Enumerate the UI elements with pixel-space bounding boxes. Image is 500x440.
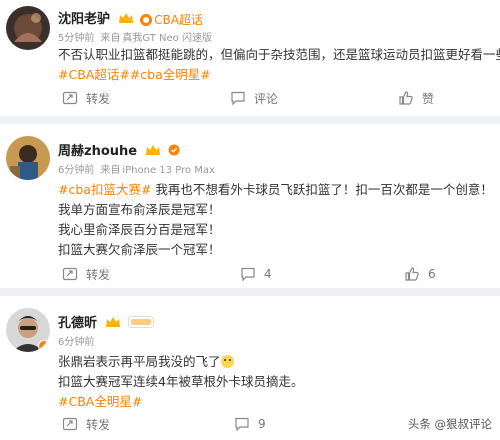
post-meta: 6分钟前 [58,333,100,348]
hashtag-link[interactable]: #CBA超话##cba全明星# [58,67,211,82]
comment-icon [231,91,245,106]
username[interactable]: 周赫zhouhe [58,140,180,160]
verified-badge-icon [168,144,180,160]
post-text: 扣篮大赛冠军连续4年被草根外卡球员摘走。 [58,374,304,389]
repost-label: 转发 [86,91,111,106]
post-text-line: 扣篮大赛欠俞泽辰一个冠军！ [58,240,493,260]
timestamp: 6分钟前 [58,165,95,176]
repost-icon [62,91,78,105]
vip-crown-icon [118,12,134,28]
username-text[interactable]: 孔德昕 [58,316,97,331]
post-text-line: #cba扣篮大赛# 我再也不想看外卡球员飞跃扣篮了！扣一百次都是一个创意！ [58,180,493,200]
username[interactable]: 沈阳老驴 CBA超话 [58,8,203,28]
post-text: 我心里俞泽辰百分百是冠军！ [58,222,221,237]
hashtag-link[interactable]: #cba扣篮大赛# [58,182,151,197]
super-topic-tag[interactable]: CBA超话 [140,11,203,28]
username-text[interactable]: 沈阳老驴 [58,12,110,27]
post-text-line: #CBA全明星# [58,392,303,412]
vip-crown-icon [145,144,161,160]
watermark: 头条 @狠叔评论 [407,417,492,431]
avatar[interactable] [6,308,50,352]
post-text: 张鼎岩表示再平局我没的飞了 [58,354,221,369]
device-source: 真我GT Neo 闪速版 [122,33,212,44]
post-meta: 5分钟前 来自 真我GT Neo 闪速版 [58,29,218,44]
verified-badge-icon [38,340,50,352]
post-text-line: 我心里俞泽辰百分百是冠军！ [58,220,493,240]
comment-button[interactable]: 9 [234,410,266,438]
comment-count: 4 [264,267,272,281]
comment-icon [235,417,249,432]
like-icon [405,267,419,281]
device-source: iPhone 13 Pro Max [122,165,215,176]
post-body: 不否认职业扣篮都挺能跳的，但偏向于杂技范围，还是篮球运动员扣篮更好看一些 #CBA… [58,45,500,85]
repost-icon [62,417,78,431]
comment-count: 9 [258,417,266,431]
post-meta: 6分钟前 来自 iPhone 13 Pro Max [58,161,221,176]
source-prefix: 来自 [100,165,121,176]
repost-button[interactable]: 转发 [62,260,110,288]
comment-button[interactable]: 评论 [230,84,278,112]
repost-label: 转发 [86,417,111,432]
like-icon [399,91,413,105]
avatar[interactable] [6,136,50,180]
repost-label: 转发 [86,267,111,282]
repost-button[interactable]: 转发 [62,410,110,438]
username[interactable]: 孔德昕 [58,312,155,332]
post-text-line: 不否认职业扣篮都挺能跳的，但偏向于杂技范围，还是篮球运动员扣篮更好看一些 [58,45,500,65]
emoji-icon [220,355,234,368]
post-text-line: 扣篮大赛冠军连续4年被草根外卡球员摘走。 [58,372,303,392]
avatar[interactable] [6,6,50,50]
like-label: 赞 [422,91,435,106]
vip-crown-icon [105,316,121,332]
post-text-line: 张鼎岩表示再平局我没的飞了 [58,352,303,372]
repost-button[interactable]: 转发 [62,84,110,112]
post-text-line: #CBA超话##cba全明星# [58,65,500,85]
post-text-line: 我单方面宣布俞泽辰是冠军！ [58,200,493,220]
comment-label: 评论 [254,91,279,106]
post-body: #cba扣篮大赛# 我再也不想看外卡球员飞跃扣篮了！扣一百次都是一个创意！ 我单方… [58,180,493,260]
like-button[interactable]: 赞 [398,84,434,112]
post-text: 不否认职业扣篮都挺能跳的，但偏向于杂技范围，还是篮球运动员扣篮更好看一些 [58,47,500,62]
post-body: 张鼎岩表示再平局我没的飞了扣篮大赛冠军连续4年被草根外卡球员摘走。 #CBA全明星… [58,352,303,412]
post-card: 周赫zhouhe 6分钟前 来自 iPhone 13 Pro Max #cba扣篮大… [0,124,500,288]
post-card: 沈阳老驴 CBA超话 5分钟前 来自 真我GT Neo 闪速版 不否认职业扣篮都挺能… [0,0,500,116]
post-text: 我再也不想看外卡球员飞跃扣篮了！扣一百次都是一个创意！ [151,182,493,197]
username-text[interactable]: 周赫zhouhe [58,144,137,159]
super-topic-icon [140,14,153,26]
hashtag-link[interactable]: #CBA全明星# [58,394,142,409]
timestamp: 6分钟前 [58,337,95,348]
comment-button[interactable]: 4 [240,260,272,288]
source-prefix: 来自 [100,33,121,44]
member-level-icon [128,315,155,332]
like-count: 6 [428,267,436,281]
comment-icon [241,267,255,282]
post-text: 我单方面宣布俞泽辰是冠军！ [58,202,221,217]
super-topic-label: CBA超话 [154,13,203,27]
like-button[interactable]: 6 [404,260,436,288]
repost-icon [62,267,78,281]
action-bar: 转发 评论 赞 [0,84,500,112]
timestamp: 5分钟前 [58,33,95,44]
post-text: 扣篮大赛欠俞泽辰一个冠军！ [58,242,221,257]
action-bar: 转发 4 6 [0,260,500,288]
